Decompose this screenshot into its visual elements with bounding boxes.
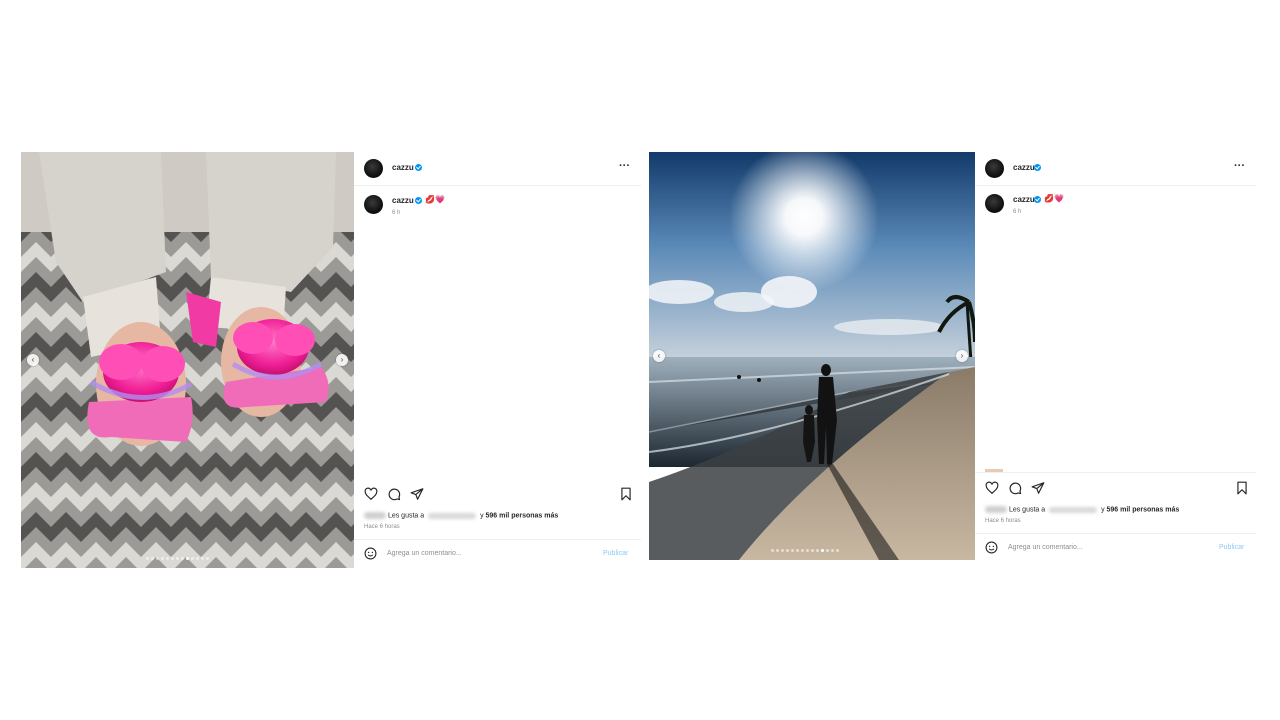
carousel-dot bbox=[816, 549, 819, 552]
likes-count[interactable]: 596 mil personas más bbox=[1107, 506, 1180, 513]
carousel-dot bbox=[156, 557, 159, 560]
avatar[interactable] bbox=[364, 159, 383, 178]
carousel-dot bbox=[806, 549, 809, 552]
heels-photo bbox=[21, 152, 354, 568]
bookmark-icon[interactable] bbox=[619, 487, 633, 501]
carousel-dot bbox=[186, 557, 189, 560]
post-1-side-panel: cazzu ··· cazzu 💋💗 6 h Les gusta a y 596… bbox=[354, 152, 641, 568]
carousel-prev-button[interactable]: ‹ bbox=[27, 354, 39, 366]
carousel-dot bbox=[181, 557, 184, 560]
post-1: ‹ › cazzu ··· cazzu 💋💗 6 h Les gusta a y… bbox=[21, 152, 641, 568]
carousel-dot bbox=[151, 557, 154, 560]
caption-time: 6 h bbox=[1013, 209, 1022, 215]
likes-prefix: Les gusta a bbox=[387, 512, 425, 520]
likes-and: y bbox=[1101, 506, 1105, 514]
share-icon[interactable] bbox=[410, 487, 424, 501]
liker-avatars bbox=[364, 512, 386, 519]
carousel-dot bbox=[791, 549, 794, 552]
liker-name[interactable] bbox=[428, 512, 477, 519]
likes-and: y bbox=[480, 512, 484, 520]
username[interactable]: cazzu bbox=[1013, 163, 1035, 172]
caption-verified-badge-icon bbox=[415, 197, 422, 204]
caption-verified-badge-icon bbox=[1034, 196, 1041, 203]
caption-time: 6 h bbox=[392, 210, 401, 216]
comment-bar: Agrega un comentario... Publicar bbox=[354, 539, 641, 568]
carousel-dot bbox=[771, 549, 774, 552]
carousel-indicator bbox=[771, 549, 839, 552]
posted-ago: Hace 6 horas bbox=[364, 524, 400, 530]
heart-icon[interactable] bbox=[364, 487, 378, 501]
carousel-dot bbox=[196, 557, 199, 560]
carousel-dot bbox=[796, 549, 799, 552]
carousel-prev-button[interactable]: ‹ bbox=[653, 350, 665, 362]
liker-avatars bbox=[985, 506, 1007, 513]
carousel-dot bbox=[171, 557, 174, 560]
liker-name[interactable] bbox=[1049, 506, 1098, 513]
publish-button[interactable]: Publicar bbox=[1219, 544, 1244, 551]
emoji-icon[interactable] bbox=[364, 547, 377, 560]
scroll-preview-strip bbox=[985, 469, 1003, 472]
comment-input[interactable]: Agrega un comentario... bbox=[387, 550, 462, 557]
carousel-dot bbox=[781, 549, 784, 552]
comment-bar: Agrega un comentario... Publicar bbox=[975, 533, 1256, 562]
carousel-next-button[interactable]: › bbox=[956, 350, 968, 362]
username[interactable]: cazzu bbox=[392, 163, 414, 172]
post-2-image[interactable]: ‹ › bbox=[649, 152, 975, 560]
post-header: cazzu ··· bbox=[975, 152, 1256, 186]
carousel-next-button[interactable]: › bbox=[336, 354, 348, 366]
likes-summary[interactable]: Les gusta a y 596 mil personas más bbox=[985, 506, 1179, 513]
carousel-dot bbox=[776, 549, 779, 552]
verified-badge-icon bbox=[1034, 164, 1041, 171]
carousel-dot bbox=[821, 549, 824, 552]
beach-photo bbox=[649, 152, 975, 560]
carousel-dot bbox=[786, 549, 789, 552]
publish-button[interactable]: Publicar bbox=[603, 550, 628, 557]
carousel-dot bbox=[191, 557, 194, 560]
carousel-dot bbox=[201, 557, 204, 560]
caption-text: 💋💗 bbox=[425, 195, 445, 204]
likes-summary[interactable]: Les gusta a y 596 mil personas más bbox=[364, 512, 558, 519]
share-icon[interactable] bbox=[1031, 481, 1045, 495]
caption-username[interactable]: cazzu bbox=[392, 196, 414, 205]
carousel-dot bbox=[176, 557, 179, 560]
carousel-dot bbox=[146, 557, 149, 560]
post-header: cazzu ··· bbox=[354, 152, 641, 186]
carousel-dot bbox=[801, 549, 804, 552]
caption-text: 💋💗 bbox=[1044, 194, 1064, 203]
post-2-side-panel: cazzu ··· cazzu 💋💗 6 h Les gusta a y 596… bbox=[975, 152, 1256, 560]
more-options-icon[interactable]: ··· bbox=[1234, 160, 1245, 172]
heart-icon[interactable] bbox=[985, 481, 999, 495]
verified-badge-icon bbox=[415, 164, 422, 171]
comment-icon[interactable] bbox=[1008, 481, 1022, 495]
emoji-icon[interactable] bbox=[985, 541, 998, 554]
carousel-dot bbox=[836, 549, 839, 552]
comment-icon[interactable] bbox=[387, 487, 401, 501]
carousel-dot bbox=[166, 557, 169, 560]
bookmark-icon[interactable] bbox=[1235, 481, 1249, 495]
comment-input[interactable]: Agrega un comentario... bbox=[1008, 544, 1083, 551]
carousel-dot bbox=[826, 549, 829, 552]
caption-avatar[interactable] bbox=[985, 194, 1004, 213]
post-2: ‹ › cazzu ··· cazzu 💋💗 6 h Les gusta a y… bbox=[649, 152, 1256, 560]
caption-username[interactable]: cazzu bbox=[1013, 195, 1035, 204]
likes-prefix: Les gusta a bbox=[1008, 506, 1046, 514]
posted-ago: Hace 6 horas bbox=[985, 518, 1021, 524]
carousel-dot bbox=[161, 557, 164, 560]
carousel-indicator bbox=[146, 557, 209, 560]
carousel-dot bbox=[811, 549, 814, 552]
post-1-image[interactable]: ‹ › bbox=[21, 152, 354, 568]
likes-count[interactable]: 596 mil personas más bbox=[486, 512, 559, 519]
carousel-dot bbox=[206, 557, 209, 560]
caption-avatar[interactable] bbox=[364, 195, 383, 214]
divider bbox=[975, 472, 1256, 473]
more-options-icon[interactable]: ··· bbox=[619, 160, 630, 172]
carousel-dot bbox=[831, 549, 834, 552]
avatar[interactable] bbox=[985, 159, 1004, 178]
